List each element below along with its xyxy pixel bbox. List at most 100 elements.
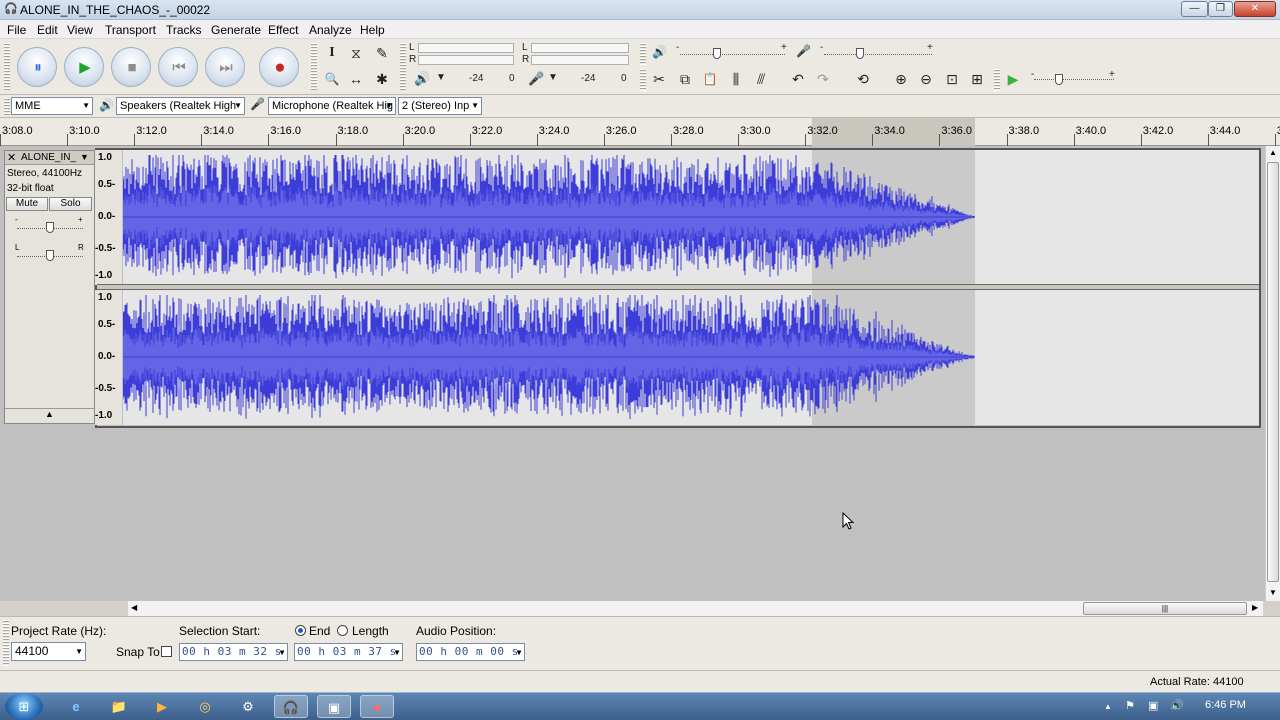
media-player-icon[interactable]: ▶ (145, 695, 179, 718)
scroll-up-icon[interactable]: ▲ (1269, 148, 1277, 157)
redo-icon[interactable]: ↷ (813, 69, 833, 89)
track-menu-icon[interactable]: ▼ (80, 152, 89, 162)
skip-to-end-button[interactable]: ⏭ (205, 47, 245, 87)
pan-slider[interactable] (46, 250, 54, 261)
output-meter-menu-icon[interactable]: ▼ (436, 72, 446, 83)
selection-tool-icon[interactable]: I (322, 43, 342, 63)
vertical-scrollbar[interactable]: ▲ ▼ (1265, 146, 1280, 601)
output-volume-slider[interactable] (713, 48, 721, 59)
toolbar-grip[interactable] (4, 43, 10, 91)
chrome-icon[interactable]: ◎ (188, 695, 222, 718)
tray-expand-icon[interactable]: ▲ (1104, 702, 1112, 711)
audio-host-select[interactable]: MME ▼ (11, 97, 93, 115)
input-meter-menu-icon[interactable]: ▼ (548, 72, 558, 83)
start-button[interactable]: ⊞ (5, 693, 43, 720)
envelope-tool-icon[interactable]: ⧖ (346, 43, 366, 63)
tools-grip[interactable] (311, 43, 317, 91)
volume-icon[interactable]: 🔊 (1170, 699, 1184, 712)
horizontal-scroll-thumb[interactable]: ||| (1083, 602, 1247, 615)
end-radio[interactable] (295, 625, 306, 636)
audio-position-field[interactable]: 00 h 00 m 00 s ▼ (416, 643, 525, 661)
silence-icon[interactable]: ⫻ (751, 69, 771, 89)
close-track-icon[interactable]: ✕ (7, 151, 16, 164)
record-button[interactable]: ● (259, 47, 299, 87)
chevron-down-icon: ▼ (471, 101, 479, 110)
cut-icon[interactable]: ✂ (649, 69, 669, 89)
edit-grip[interactable] (640, 69, 646, 91)
minimize-button[interactable]: — (1181, 1, 1208, 17)
play-speed-track[interactable] (1034, 79, 1114, 80)
zoom-out-icon[interactable]: ⊖ (916, 69, 936, 89)
track-name[interactable]: ALONE_IN_ (21, 152, 76, 163)
project-rate-select[interactable]: 44100 ▼ (11, 642, 86, 661)
action-center-icon[interactable]: ⚑ (1125, 699, 1135, 712)
menu-effect[interactable]: Effect (268, 23, 298, 37)
menu-file[interactable]: File (7, 23, 26, 37)
sync-lock-icon[interactable]: ⟲ (853, 69, 873, 89)
undo-icon[interactable]: ↶ (788, 69, 808, 89)
chevron-down-icon: ▼ (279, 648, 285, 657)
menu-edit[interactable]: Edit (37, 23, 58, 37)
input-volume-slider[interactable] (856, 48, 864, 59)
ruler-tick-label: 3:08.0 (2, 125, 33, 137)
zoom-in-icon[interactable]: ⊕ (891, 69, 911, 89)
play-speed-slider[interactable] (1055, 74, 1063, 85)
audacity-taskbar-icon[interactable]: 🎧 (274, 695, 308, 718)
file-explorer-icon[interactable]: 📁 (102, 695, 136, 718)
network-icon[interactable]: ▣ (1148, 699, 1158, 712)
clock[interactable]: 6:46 PM (1205, 699, 1246, 711)
device-grip[interactable] (4, 98, 10, 115)
paste-icon[interactable]: 📋 (700, 69, 720, 89)
selection-end-field[interactable]: 00 h 03 m 37 s ▼ (294, 643, 403, 661)
transcription-grip[interactable] (994, 69, 1000, 91)
mute-button[interactable]: Mute (6, 197, 48, 211)
play-button[interactable]: ▶ (64, 47, 104, 87)
length-radio[interactable] (337, 625, 348, 636)
play-at-speed-icon[interactable]: ▶ (1003, 69, 1023, 89)
gain-slider[interactable] (46, 222, 54, 233)
menu-transport[interactable]: Transport (105, 23, 156, 37)
pause-button[interactable]: ⏸ (17, 47, 57, 87)
multi-tool-icon[interactable]: ✱ (372, 69, 392, 89)
output-volume-track[interactable] (680, 54, 785, 55)
close-window-button[interactable]: ✕ (1234, 1, 1276, 17)
internet-explorer-icon[interactable]: e (59, 695, 93, 718)
input-volume-track[interactable] (824, 54, 932, 55)
draw-tool-icon[interactable]: ✎ (372, 43, 392, 63)
meter-grip[interactable] (400, 43, 406, 91)
window-app-icon[interactable]: ▣ (317, 695, 351, 718)
settings-app-icon[interactable]: ⚙ (231, 695, 265, 718)
scroll-down-icon[interactable]: ▼ (1269, 588, 1277, 597)
fit-project-icon[interactable]: ⊞ (967, 69, 987, 89)
copy-icon[interactable]: ⧉ (675, 69, 695, 89)
collapse-track-icon[interactable]: ▲ (45, 409, 54, 419)
timeshift-tool-icon[interactable]: ↔ (346, 69, 366, 89)
vertical-scroll-thumb[interactable] (1267, 162, 1279, 582)
mixer-grip[interactable] (640, 43, 646, 65)
solo-button[interactable]: Solo (49, 197, 92, 211)
microphone-icon[interactable]: 🎤 (528, 71, 544, 87)
snap-to-checkbox[interactable] (161, 646, 172, 657)
selection-grip[interactable] (3, 620, 9, 666)
stop-button[interactable]: ■ (111, 47, 151, 87)
scroll-right-icon[interactable]: ▶ (1252, 603, 1258, 612)
speaker-icon[interactable]: 🔊 (414, 71, 430, 87)
output-device-select[interactable]: Speakers (Realtek High ▼ (116, 97, 245, 115)
selection-start-field[interactable]: 00 h 03 m 32 s ▼ (179, 643, 288, 661)
waveform-left-channel[interactable] (123, 150, 1259, 285)
skip-to-start-button[interactable]: ⏮ (158, 47, 198, 87)
fit-selection-icon[interactable]: ⊡ (942, 69, 962, 89)
menu-analyze[interactable]: Analyze (309, 23, 352, 37)
waveform-right-channel[interactable] (123, 290, 1259, 425)
maximize-button[interactable]: ❐ (1208, 1, 1233, 17)
menu-help[interactable]: Help (360, 23, 385, 37)
recorder-app-icon[interactable]: ⏺ (360, 695, 394, 718)
trim-icon[interactable]: ⫼ (726, 69, 746, 89)
input-channels-select[interactable]: 2 (Stereo) Inp ▼ (398, 97, 482, 115)
menu-view[interactable]: View (67, 23, 93, 37)
zoom-tool-icon[interactable]: 🔍 (322, 69, 342, 89)
menu-generate[interactable]: Generate (211, 23, 261, 37)
scroll-left-icon[interactable]: ◀ (131, 603, 137, 612)
menu-tracks[interactable]: Tracks (166, 23, 202, 37)
input-device-select[interactable]: Microphone (Realtek Hig ▼ (268, 97, 396, 115)
